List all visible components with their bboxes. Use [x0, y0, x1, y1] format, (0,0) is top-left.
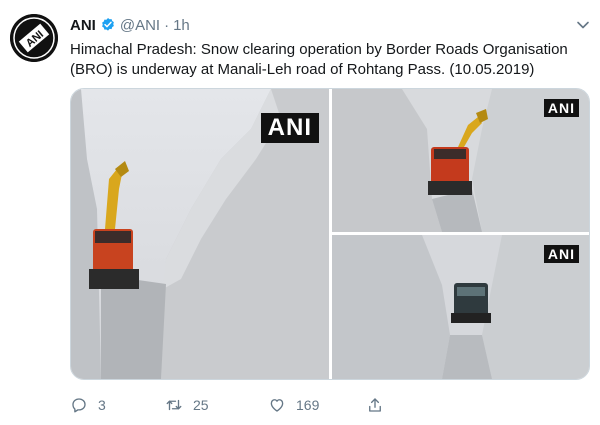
user-handle[interactable]: @ANI	[120, 17, 160, 34]
media-image-2[interactable]: ANI	[332, 89, 589, 232]
reply-count: 3	[98, 397, 106, 413]
reply-icon	[70, 396, 88, 414]
like-count: 169	[296, 397, 320, 413]
like-button[interactable]: 169	[268, 396, 319, 414]
ani-watermark: ANI	[543, 245, 579, 263]
tweet-text: Himachal Pradesh: Snow clearing operatio…	[70, 41, 568, 78]
share-button[interactable]	[366, 396, 384, 414]
chevron-down-icon[interactable]	[575, 17, 591, 33]
retweet-button[interactable]: 25	[165, 396, 209, 414]
share-icon	[366, 396, 384, 414]
display-name[interactable]: ANI	[70, 17, 96, 34]
heart-icon	[268, 396, 286, 414]
media-grid: ANI ANI ANI	[70, 88, 590, 380]
media-image-1[interactable]: ANI	[71, 89, 329, 379]
retweet-count: 25	[193, 397, 209, 413]
tweet[interactable]: ANI ANI @ANI · 1h Himachal Pradesh: Snow…	[0, 0, 600, 425]
retweet-icon	[165, 396, 183, 414]
avatar[interactable]: ANI	[10, 14, 58, 62]
timestamp[interactable]: 1h	[173, 17, 190, 34]
ani-watermark: ANI	[543, 99, 579, 117]
tweet-header: ANI @ANI · 1h	[70, 15, 190, 35]
ani-watermark: ANI	[260, 113, 319, 143]
media-image-3[interactable]: ANI	[332, 235, 589, 379]
separator-dot: ·	[164, 16, 170, 34]
reply-button[interactable]: 3	[70, 396, 106, 414]
verified-badge-icon	[100, 17, 116, 33]
